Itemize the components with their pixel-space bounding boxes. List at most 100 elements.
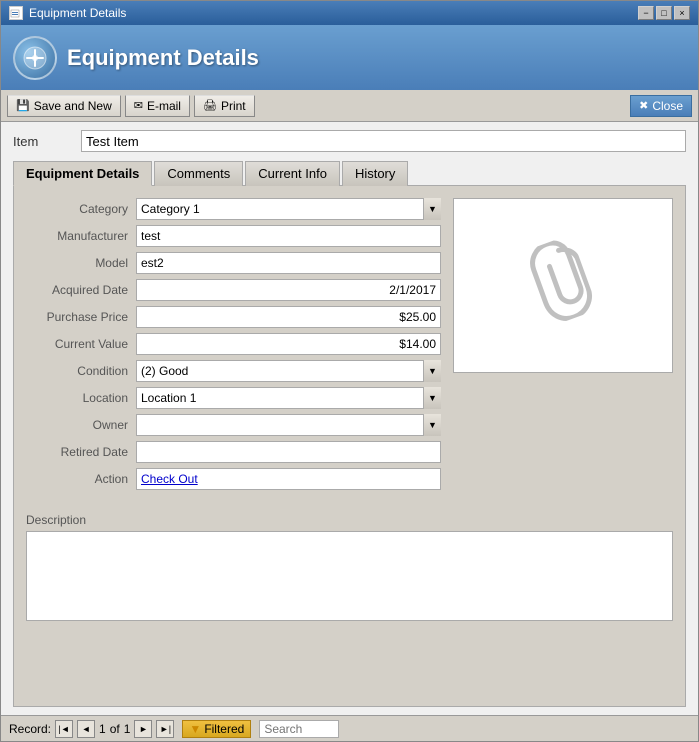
nav-first-button[interactable]: |◄ bbox=[55, 720, 73, 738]
minimize-button[interactable]: − bbox=[638, 6, 654, 20]
record-current: 1 bbox=[99, 722, 106, 736]
location-select[interactable]: Location 1 Location 2 Location 3 bbox=[136, 387, 441, 409]
window-close-button[interactable]: × bbox=[674, 6, 690, 20]
condition-select[interactable]: (1) Excellent (2) Good (3) Fair (4) Poor bbox=[136, 360, 441, 382]
close-button[interactable]: ✖ Close bbox=[630, 95, 692, 117]
save-new-label: Save and New bbox=[34, 99, 112, 113]
category-select[interactable]: Category 1 Category 2 Category 3 bbox=[136, 198, 441, 220]
nav-prev-button[interactable]: ◄ bbox=[77, 720, 95, 738]
description-label: Description bbox=[26, 513, 673, 527]
location-select-wrapper: Location 1 Location 2 Location 3 ▼ bbox=[136, 387, 441, 409]
title-bar-text: Equipment Details bbox=[29, 6, 126, 20]
nav-next-button[interactable]: ► bbox=[134, 720, 152, 738]
save-new-button[interactable]: 💾 Save and New bbox=[7, 95, 121, 117]
search-input[interactable] bbox=[259, 720, 339, 738]
save-new-icon: 💾 bbox=[16, 99, 30, 112]
header-title: Equipment Details bbox=[67, 45, 259, 71]
tab-history[interactable]: History bbox=[342, 161, 408, 186]
item-row: Item bbox=[13, 130, 686, 152]
record-total: 1 bbox=[124, 722, 131, 736]
model-label: Model bbox=[26, 256, 136, 270]
image-box bbox=[453, 198, 673, 373]
item-input[interactable] bbox=[81, 130, 686, 152]
close-icon: ✖ bbox=[639, 99, 648, 112]
attachment-icon bbox=[524, 234, 602, 338]
fields-and-image: Category Category 1 Category 2 Category … bbox=[26, 198, 673, 495]
condition-select-wrapper: (1) Excellent (2) Good (3) Fair (4) Poor… bbox=[136, 360, 441, 382]
category-select-wrapper: Category 1 Category 2 Category 3 ▼ bbox=[136, 198, 441, 220]
nav-last-icon: ►| bbox=[160, 724, 171, 734]
header-section: Equipment Details bbox=[1, 25, 698, 90]
nav-last-button[interactable]: ►| bbox=[156, 720, 174, 738]
toolbar: 💾 Save and New ✉ E-mail 🖨 Print ✖ Close bbox=[1, 90, 698, 122]
condition-row: Condition (1) Excellent (2) Good (3) Fai… bbox=[26, 360, 441, 382]
restore-button[interactable]: □ bbox=[656, 6, 672, 20]
current-value-input[interactable] bbox=[136, 333, 441, 355]
content-area: Item Equipment Details Comments Current … bbox=[1, 122, 698, 715]
action-row: Action Check Out bbox=[26, 468, 441, 490]
purchase-price-row: Purchase Price bbox=[26, 306, 441, 328]
tab-comments[interactable]: Comments bbox=[154, 161, 243, 186]
equipment-icon bbox=[13, 36, 57, 80]
tab-panel-equipment-details: Category Category 1 Category 2 Category … bbox=[13, 185, 686, 707]
current-value-row: Current Value bbox=[26, 333, 441, 355]
filtered-button[interactable]: ▼ Filtered bbox=[182, 720, 251, 738]
category-label: Category bbox=[26, 202, 136, 216]
status-bar: Record: |◄ ◄ 1 of 1 ► ►| ▼ Filtered bbox=[1, 715, 698, 741]
owner-row: Owner ▼ bbox=[26, 414, 441, 436]
nav-first-icon: |◄ bbox=[58, 724, 69, 734]
owner-select[interactable] bbox=[136, 414, 441, 436]
title-bar: Equipment Details − □ × bbox=[1, 1, 698, 25]
print-button[interactable]: 🖨 Print bbox=[194, 95, 255, 117]
retired-date-row: Retired Date bbox=[26, 441, 441, 463]
action-field: Check Out bbox=[136, 468, 441, 490]
category-row: Category Category 1 Category 2 Category … bbox=[26, 198, 441, 220]
tabs-container: Equipment Details Comments Current Info … bbox=[13, 160, 686, 707]
title-bar-icon bbox=[9, 6, 23, 20]
model-row: Model bbox=[26, 252, 441, 274]
manufacturer-row: Manufacturer bbox=[26, 225, 441, 247]
tabs-bar: Equipment Details Comments Current Info … bbox=[13, 160, 686, 185]
close-label: Close bbox=[652, 99, 683, 113]
description-textarea[interactable] bbox=[26, 531, 673, 621]
location-row: Location Location 1 Location 2 Location … bbox=[26, 387, 441, 409]
title-bar-left: Equipment Details bbox=[9, 6, 126, 20]
filtered-label: Filtered bbox=[204, 722, 244, 736]
location-label: Location bbox=[26, 391, 136, 405]
acquired-date-input[interactable] bbox=[136, 279, 441, 301]
print-icon: 🖨 bbox=[203, 99, 217, 112]
record-of-text: of bbox=[110, 722, 120, 736]
filter-icon: ▼ bbox=[189, 722, 201, 736]
acquired-date-label: Acquired Date bbox=[26, 283, 136, 297]
email-label: E-mail bbox=[147, 99, 181, 113]
nav-prev-icon: ◄ bbox=[82, 724, 91, 734]
tab-current-info[interactable]: Current Info bbox=[245, 161, 340, 186]
tab-equipment-details[interactable]: Equipment Details bbox=[13, 161, 152, 186]
email-icon: ✉ bbox=[134, 99, 143, 112]
retired-date-input[interactable] bbox=[136, 441, 441, 463]
current-value-label: Current Value bbox=[26, 337, 136, 351]
owner-select-wrapper: ▼ bbox=[136, 414, 441, 436]
manufacturer-label: Manufacturer bbox=[26, 229, 136, 243]
model-input[interactable] bbox=[136, 252, 441, 274]
fields-section: Category Category 1 Category 2 Category … bbox=[26, 198, 441, 495]
purchase-price-input[interactable] bbox=[136, 306, 441, 328]
purchase-price-label: Purchase Price bbox=[26, 310, 136, 324]
title-bar-controls: − □ × bbox=[638, 6, 690, 20]
acquired-date-row: Acquired Date bbox=[26, 279, 441, 301]
toolbar-left: 💾 Save and New ✉ E-mail 🖨 Print bbox=[7, 95, 255, 117]
nav-next-icon: ► bbox=[139, 724, 148, 734]
owner-label: Owner bbox=[26, 418, 136, 432]
description-section: Description bbox=[26, 513, 673, 694]
email-button[interactable]: ✉ E-mail bbox=[125, 95, 190, 117]
record-label: Record: bbox=[9, 722, 51, 736]
print-label: Print bbox=[221, 99, 246, 113]
check-out-link[interactable]: Check Out bbox=[141, 472, 198, 486]
retired-date-label: Retired Date bbox=[26, 445, 136, 459]
condition-label: Condition bbox=[26, 364, 136, 378]
manufacturer-input[interactable] bbox=[136, 225, 441, 247]
action-label: Action bbox=[26, 472, 136, 486]
main-window: Equipment Details − □ × Equipment Detail… bbox=[0, 0, 699, 742]
record-navigation: Record: |◄ ◄ 1 of 1 ► ►| bbox=[9, 720, 174, 738]
item-label: Item bbox=[13, 134, 73, 149]
